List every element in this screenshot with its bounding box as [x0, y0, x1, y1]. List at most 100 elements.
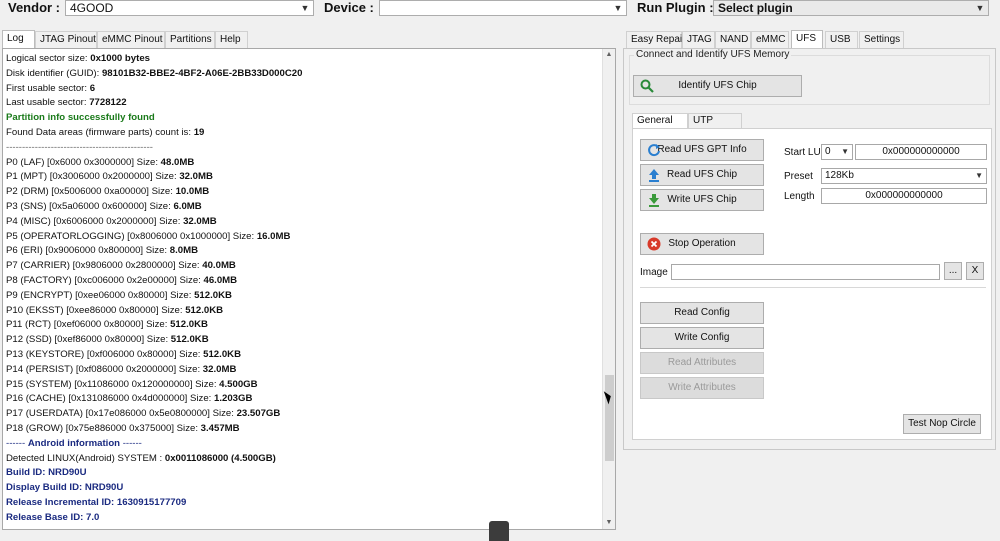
left-tab-strip: Log JTAG Pinout eMMC Pinout Partitions H… — [2, 30, 262, 48]
read-chip-button[interactable]: Read UFS Chip — [640, 164, 764, 186]
tab-help[interactable]: Help — [215, 31, 248, 48]
device-label: Device : — [324, 0, 374, 15]
log-line: P4 (MISC) [0x6006000 0x2000000] Size: 32… — [6, 215, 602, 230]
log-line: ------ Android information ------ — [6, 437, 602, 452]
clear-image-button[interactable]: X — [966, 262, 984, 280]
tab-ufs[interactable]: UFS — [791, 30, 823, 48]
tab-emmc[interactable]: eMMC — [751, 31, 789, 48]
log-line-value: 32.0MB — [183, 215, 217, 227]
device-select[interactable]: ▼ — [379, 0, 627, 16]
ufs-inner-tabs: General X UTP Query — [632, 113, 992, 140]
tab-nand[interactable]: NAND — [715, 31, 751, 48]
log-line: P0 (LAF) [0x6000 0x3000000] Size: 48.0MB — [6, 156, 602, 171]
log-line: P14 (PERSIST) [0xf086000 0x2000000] Size… — [6, 363, 602, 378]
log-line-value: Android information — [27, 437, 121, 449]
log-line-value: 40.0MB — [202, 260, 236, 272]
start-lu-select[interactable]: 0 ▼ — [821, 144, 853, 160]
log-line-text: P4 (MISC) [0x6006000 0x2000000] Size: — [6, 215, 184, 227]
plugin-select[interactable]: Select plugin ▼ — [713, 0, 989, 16]
vendor-select[interactable]: 4GOOD ▼ — [65, 0, 314, 16]
identify-ufs-button[interactable]: Identify UFS Chip — [633, 75, 802, 97]
vendor-select-value: 4GOOD — [70, 1, 114, 15]
window-handle[interactable] — [489, 521, 509, 541]
scroll-up-icon[interactable]: ▲ — [603, 49, 615, 61]
write-config-button[interactable]: Write Config — [640, 327, 764, 349]
tab-usb[interactable]: USB — [825, 31, 858, 48]
tab-general[interactable]: General X — [632, 113, 688, 140]
tab-utp-query[interactable]: UTP Query — [688, 113, 742, 140]
log-line-value: 16.0MB — [256, 230, 291, 242]
read-gpt-button[interactable]: Read UFS GPT Info — [640, 139, 764, 161]
log-line-value: 23.507GB — [236, 408, 281, 420]
chevron-down-icon: ▼ — [613, 3, 623, 13]
log-line-text: First usable sector: — [6, 82, 90, 94]
start-lu-label: Start LU — [784, 147, 821, 158]
log-line-text: P18 (GROW) [0x75e886000 0x375000] Size: — [6, 422, 201, 434]
log-line: P6 (ERI) [0x9006000 0x800000] Size: 8.0M… — [6, 244, 602, 259]
tab-jtag-pinout[interactable]: JTAG Pinout — [35, 31, 97, 48]
right-tab-strip: Easy Repair JTAG NAND eMMC UFS USB Setti… — [626, 30, 916, 48]
log-line-text: P16 (CACHE) [0x131086000 0x4d000000] Siz… — [6, 393, 214, 405]
log-line-value: 7728122 — [89, 97, 127, 109]
log-line-text: P0 (LAF) [0x6000 0x3000000] Size: — [6, 156, 161, 168]
chevron-down-icon: ▼ — [300, 3, 310, 13]
log-line-value: 512.0KB — [203, 348, 242, 360]
read-attributes-button: Read Attributes — [640, 352, 764, 374]
scroll-thumb[interactable] — [605, 375, 614, 461]
browse-button[interactable]: ... — [944, 262, 962, 280]
log-line-value: 98101B32-BBE2-4BF2-A06E-2BB33D000C20 — [101, 67, 303, 79]
log-line: First usable sector: 6 — [6, 82, 602, 97]
log-line: P15 (SYSTEM) [0x11086000 0x120000000] Si… — [6, 378, 602, 393]
ufs-panel: Connect and Identify UFS Memory Identify… — [623, 48, 996, 450]
log-line: P9 (ENCRYPT) [0xee06000 0x80000] Size: 5… — [6, 289, 602, 304]
stop-operation-button[interactable]: Stop Operation — [640, 233, 764, 255]
tab-emmc-pinout[interactable]: eMMC Pinout — [97, 31, 165, 48]
chevron-down-icon: ▼ — [975, 3, 985, 13]
log-line-value: 32.0MB — [179, 171, 213, 183]
log-line-text: P12 (SSD) [0xef86000 0x80000] Size: — [6, 334, 171, 346]
log-line-text: P11 (RCT) [0xef06000 0x80000] Size: — [6, 319, 171, 331]
log-line-value: 7.0 — [86, 511, 100, 523]
log-line-text: P10 (EKSST) [0xee86000 0x80000] Size: — [6, 304, 186, 316]
scroll-down-icon[interactable]: ▼ — [603, 517, 615, 529]
log-line-value: 512.0KB — [185, 304, 224, 316]
log-line: Detected LINUX(Android) SYSTEM : 0x00110… — [6, 452, 602, 467]
log-line-text: Release Base ID: — [6, 511, 86, 523]
tab-partitions[interactable]: Partitions — [165, 31, 215, 48]
log-line-value: 6.0MB — [173, 200, 202, 212]
image-path-field[interactable] — [671, 264, 940, 280]
start-address-field[interactable]: 0x000000000000 — [855, 144, 987, 160]
log-line-text: P6 (ERI) [0x9006000 0x800000] Size: — [6, 245, 170, 257]
log-line-text: Build ID: — [6, 467, 49, 479]
log-line: Release Base ID: 7.0 — [6, 511, 602, 526]
tab-log[interactable]: Log — [2, 30, 35, 48]
tab-settings[interactable]: Settings — [859, 31, 904, 48]
write-chip-button[interactable]: Write UFS Chip — [640, 189, 764, 211]
log-line: Disk identifier (GUID): 98101B32-BBE2-4B… — [6, 67, 602, 82]
test-nop-button[interactable]: Test Nop Circle — [903, 414, 981, 434]
length-field[interactable]: 0x000000000000 — [821, 188, 987, 204]
log-lines: Logical sector size: 0x1000 bytes Disk id… — [6, 52, 602, 526]
log-line: P12 (SSD) [0xef86000 0x80000] Size: 512.… — [6, 333, 602, 348]
log-line-text: P2 (DRM) [0x5006000 0xa00000] Size: — [6, 186, 176, 198]
log-line-value: 512.0KB — [194, 289, 232, 301]
log-line: Release Incremental ID: 1630915177709 — [6, 496, 602, 511]
log-line: P5 (OPERATORLOGGING) [0x8006000 0x100000… — [6, 230, 602, 245]
log-line: P7 (CARRIER) [0x9806000 0x2800000] Size:… — [6, 259, 602, 274]
log-line-text: Release Incremental ID: — [6, 496, 117, 508]
preset-select[interactable]: 128Kb ▼ — [821, 168, 987, 184]
divider — [640, 287, 986, 288]
log-scrollbar[interactable]: ▲ ▼ — [602, 49, 615, 529]
preset-label: Preset — [784, 171, 813, 182]
write-attributes-button: Write Attributes — [640, 377, 764, 399]
log-line-value: 512.0KB — [170, 334, 209, 346]
log-line-text: Detected LINUX(Android) SYSTEM : — [6, 452, 165, 464]
log-panel[interactable]: Logical sector size: 0x1000 bytes Disk id… — [2, 48, 616, 530]
log-line-value: NRD90U — [84, 482, 124, 494]
tab-jtag[interactable]: JTAG — [682, 31, 715, 48]
log-line-value: 10.0MB — [175, 186, 210, 198]
log-line-text: P5 (OPERATORLOGGING) [0x8006000 0x100000… — [6, 230, 257, 242]
read-config-button[interactable]: Read Config — [640, 302, 764, 324]
connect-group-title: Connect and Identify UFS Memory — [634, 49, 792, 60]
tab-easy-repair[interactable]: Easy Repair — [626, 31, 685, 48]
